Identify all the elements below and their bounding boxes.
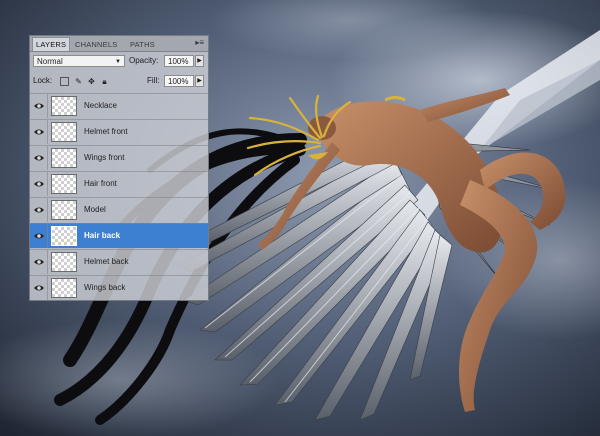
transparency-lock-icon[interactable] (60, 77, 69, 86)
padlock-icon[interactable]: 🔒︎ (100, 77, 109, 86)
tab-paths[interactable]: PATHS (127, 38, 158, 51)
eye-icon[interactable] (33, 204, 45, 216)
opacity-input[interactable]: 100% (164, 55, 194, 67)
layer-row-hair-front[interactable]: Hair front (30, 171, 208, 196)
layer-row-wings-back[interactable]: Wings back (30, 275, 208, 300)
blend-mode-dropdown[interactable]: Normal ▼ (33, 55, 125, 67)
lock-label: Lock: (33, 76, 53, 85)
tab-layers[interactable]: LAYERS (32, 37, 71, 51)
fill-input[interactable]: 100% (164, 75, 194, 87)
opacity-label: Opacity: (129, 56, 159, 65)
eye-icon[interactable] (33, 126, 45, 138)
chevron-down-icon: ▼ (115, 59, 121, 65)
layer-row-helmet-front[interactable]: Helmet front (30, 119, 208, 144)
layer-name: Hair front (84, 179, 117, 188)
eye-icon[interactable] (33, 178, 45, 190)
fill-label: Fill: (147, 76, 160, 85)
fill-slider-button[interactable]: ▶ (195, 75, 204, 87)
opacity-slider-button[interactable]: ▶ (195, 55, 204, 67)
layer-thumbnail (51, 174, 77, 194)
layer-thumbnail (51, 148, 77, 168)
brush-lock-icon[interactable]: ✎ (74, 77, 83, 86)
layer-row-hair-back[interactable]: Hair back (30, 223, 208, 248)
layer-name: Hair back (84, 231, 121, 240)
eye-icon[interactable] (33, 230, 45, 242)
layer-name: Wings back (84, 283, 126, 292)
panel-tab-bar: LAYERS CHANNELS PATHS ▸≡ (30, 36, 208, 52)
layer-thumbnail (51, 96, 77, 116)
tab-channels[interactable]: CHANNELS (72, 38, 120, 51)
layer-name: Helmet back (84, 257, 129, 266)
panel-menu-icon[interactable]: ▸≡ (195, 38, 204, 47)
layer-name: Necklace (84, 101, 117, 110)
eye-icon[interactable] (33, 256, 45, 268)
blend-mode-value: Normal (37, 57, 63, 66)
layer-name: Model (84, 205, 106, 214)
move-lock-icon[interactable]: ✥ (87, 77, 96, 86)
layers-panel: LAYERS CHANNELS PATHS ▸≡ Normal ▼ Opacit… (29, 35, 209, 301)
layer-row-helmet-back[interactable]: Helmet back (30, 249, 208, 274)
layer-row-model[interactable]: Model (30, 197, 208, 222)
layer-row-necklace[interactable]: Necklace (30, 93, 208, 118)
eye-icon[interactable] (33, 282, 45, 294)
layer-thumbnail (51, 226, 77, 246)
layer-thumbnail (51, 278, 77, 298)
layer-name: Wings front (84, 153, 125, 162)
layer-thumbnail (51, 200, 77, 220)
eye-icon[interactable] (33, 152, 45, 164)
eye-icon[interactable] (33, 100, 45, 112)
layer-row-wings-front[interactable]: Wings front (30, 145, 208, 170)
layer-thumbnail (51, 252, 77, 272)
layer-name: Helmet front (84, 127, 128, 136)
layer-thumbnail (51, 122, 77, 142)
